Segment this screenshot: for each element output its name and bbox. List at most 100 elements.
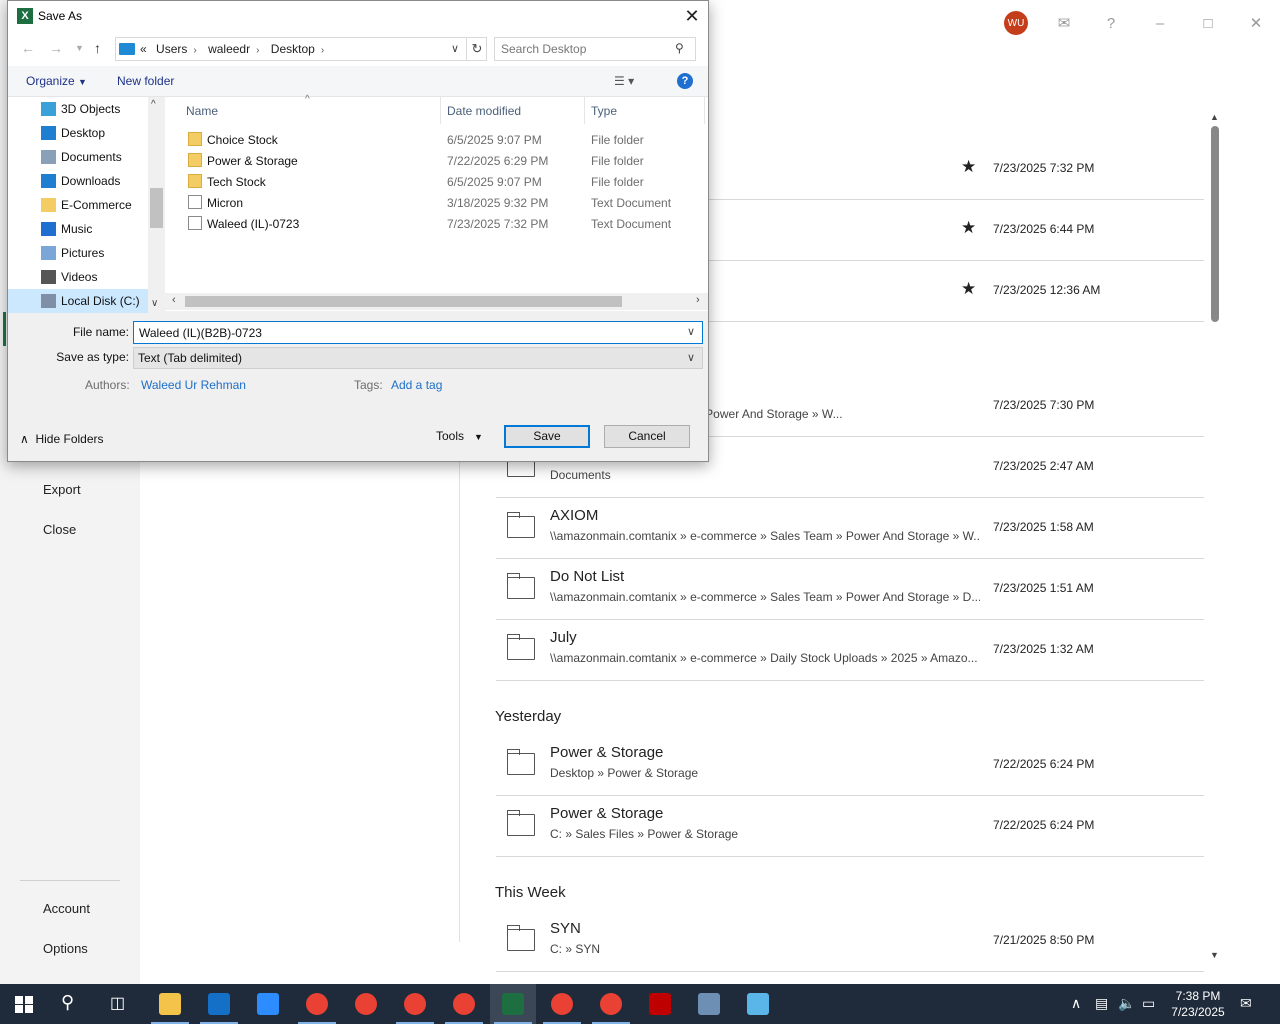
scroll-left-icon[interactable]: ‹ <box>172 294 176 306</box>
chevron-up-icon[interactable]: ∧ <box>1071 995 1081 1012</box>
taskbar-app-excel[interactable] <box>490 984 536 1024</box>
minimize-icon[interactable]: – <box>1149 12 1171 34</box>
recent-folder-row[interactable]: AXIOM \\amazonmain.comtanix » e-commerce … <box>496 498 1204 559</box>
nav-item[interactable]: E-Commerce <box>8 193 148 217</box>
file-row[interactable]: Micron 3/18/2025 9:32 PM Text Document <box>165 192 708 213</box>
nav-scrollbar[interactable]: ^ ∨ <box>148 97 165 311</box>
horizontal-scrollbar[interactable]: ‹ › <box>165 293 708 310</box>
column-name[interactable]: Name <box>186 104 218 118</box>
taskbar-app-zoom[interactable] <box>245 984 291 1024</box>
nav-item[interactable]: Videos <box>8 265 148 289</box>
taskbar-app-chrome[interactable] <box>343 984 389 1024</box>
taskbar-app-file-explorer[interactable] <box>147 984 193 1024</box>
avatar[interactable]: WU <box>1004 11 1028 35</box>
taskbar-app-chrome[interactable] <box>588 984 634 1024</box>
recent-folder-row[interactable]: Do Not List \\amazonmain.comtanix » e-com… <box>496 559 1204 620</box>
file-name-input[interactable] <box>139 325 679 340</box>
taskbar-app-outlook[interactable] <box>196 984 242 1024</box>
file-row[interactable]: Power & Storage 7/22/2025 6:29 PM File fol… <box>165 150 708 171</box>
search-box[interactable]: ⚲ <box>494 37 696 61</box>
recent-folder-row[interactable]: Power & Storage C: » Sales Files » Power … <box>496 796 1204 857</box>
recent-folder-row[interactable]: SYN C: » SYN 7/21/2025 8:50 PM <box>496 911 1204 972</box>
file-row[interactable]: Choice Stock 6/5/2025 9:07 PM File folder <box>165 129 708 150</box>
refresh-icon[interactable]: ↻ <box>466 38 487 60</box>
help-button[interactable]: ? <box>677 73 693 89</box>
nav-item[interactable]: Desktop <box>8 121 148 145</box>
address-bar[interactable]: « Users › waleedr › Desktop › ∨ ↻ <box>115 37 487 61</box>
chevron-down-icon[interactable]: ∨ <box>451 42 459 55</box>
nav-item[interactable]: Pictures <box>8 241 148 265</box>
nav-close[interactable]: Close <box>43 522 76 537</box>
recent-folder-row[interactable]: July \\amazonmain.comtanix » e-commerce »… <box>496 620 1204 681</box>
close-window-icon[interactable]: ✕ <box>1245 12 1267 34</box>
column-divider[interactable] <box>584 97 585 124</box>
search-icon[interactable]: ⚲ <box>61 992 74 1013</box>
windows-start-icon[interactable] <box>15 996 33 1013</box>
chevron-right-icon[interactable]: › <box>193 45 196 56</box>
chevron-right-icon[interactable]: › <box>256 45 259 56</box>
nav-item[interactable]: Documents <box>8 145 148 169</box>
cancel-button[interactable]: Cancel <box>604 425 690 448</box>
save-as-type-select[interactable]: Text (Tab delimited) ∨ <box>133 347 703 369</box>
nav-item[interactable]: Downloads <box>8 169 148 193</box>
scroll-up-icon[interactable]: ^ <box>151 99 156 110</box>
forward-arrow-icon[interactable]: → <box>49 40 63 56</box>
breadcrumb-users[interactable]: Users <box>156 42 187 56</box>
taskbar-app-chrome[interactable] <box>392 984 438 1024</box>
column-date-modified[interactable]: Date modified <box>447 104 521 118</box>
network-icon[interactable]: ▤ <box>1095 995 1108 1012</box>
help-icon[interactable]: ? <box>1100 12 1122 34</box>
taskbar-app-chrome[interactable] <box>539 984 585 1024</box>
recent-folder-row[interactable]: Power & Storage Desktop » Power & Storage… <box>496 735 1204 796</box>
close-icon[interactable]: ✕ <box>679 4 705 28</box>
pinned-star-icon[interactable]: ★ <box>961 279 976 299</box>
nav-account[interactable]: Account <box>43 901 90 916</box>
nav-item[interactable]: 3D Objects <box>8 97 148 121</box>
scroll-down-icon[interactable]: ∨ <box>151 298 158 309</box>
taskbar-app-chrome[interactable] <box>441 984 487 1024</box>
search-icon[interactable]: ⚲ <box>675 41 684 55</box>
save-button[interactable]: Save <box>504 425 590 448</box>
task-view-icon[interactable]: ◫ <box>110 993 125 1013</box>
nav-item[interactable]: Local Disk (C:) <box>8 289 148 313</box>
taskbar-app-calculator[interactable] <box>686 984 732 1024</box>
scroll-down-icon[interactable]: ▼ <box>1210 950 1219 960</box>
file-row[interactable]: Tech Stock 6/5/2025 9:07 PM File folder <box>165 171 708 192</box>
search-input[interactable] <box>501 41 671 57</box>
view-options-icon[interactable]: ☰ ▾ <box>614 74 634 88</box>
scroll-thumb[interactable] <box>185 296 622 307</box>
scroll-right-icon[interactable]: › <box>696 294 700 306</box>
volume-muted-icon[interactable]: 🔈 <box>1118 995 1135 1012</box>
file-row[interactable]: Waleed (IL)-0723 7/23/2025 7:32 PM Text Do… <box>165 213 708 234</box>
tools-button[interactable]: Tools ▼ <box>436 429 483 443</box>
chevron-right-icon[interactable]: › <box>321 45 324 56</box>
breadcrumb-overflow[interactable]: « <box>140 42 147 56</box>
breadcrumb-desktop[interactable]: Desktop <box>271 42 315 56</box>
authors-value[interactable]: Waleed Ur Rehman <box>141 378 246 392</box>
scroll-up-icon[interactable]: ▲ <box>1210 112 1219 122</box>
pinned-star-icon[interactable]: ★ <box>961 218 976 238</box>
chevron-down-icon[interactable]: ∨ <box>687 325 695 338</box>
breadcrumb-user[interactable]: waleedr <box>208 42 250 56</box>
column-divider[interactable] <box>440 97 441 124</box>
scroll-thumb[interactable] <box>1211 126 1219 322</box>
nav-item[interactable]: Music <box>8 217 148 241</box>
taskbar-app-chrome[interactable] <box>294 984 340 1024</box>
new-folder-button[interactable]: New folder <box>117 74 174 88</box>
back-arrow-icon[interactable]: ← <box>21 40 35 56</box>
comments-icon[interactable]: ✉ <box>1053 12 1075 34</box>
scroll-thumb[interactable] <box>150 188 163 228</box>
notifications-icon[interactable]: ✉ <box>1240 995 1252 1012</box>
nav-options[interactable]: Options <box>43 941 88 956</box>
column-divider[interactable] <box>704 97 705 124</box>
chevron-down-icon[interactable]: ∨ <box>687 351 695 364</box>
organize-button[interactable]: Organize ▼ <box>26 74 87 88</box>
clock[interactable]: 7:38 PM 7/23/2025 <box>1163 988 1233 1020</box>
column-type[interactable]: Type <box>591 104 617 118</box>
dialog-titlebar[interactable]: X Save As ✕ <box>8 1 708 32</box>
backstage-scrollbar[interactable]: ▲ ▼ <box>1208 112 1222 960</box>
pinned-star-icon[interactable]: ★ <box>961 157 976 177</box>
hide-folders-button[interactable]: ∧ Hide Folders <box>20 432 104 446</box>
nav-export[interactable]: Export <box>43 482 81 497</box>
maximize-icon[interactable]: □ <box>1197 12 1219 34</box>
